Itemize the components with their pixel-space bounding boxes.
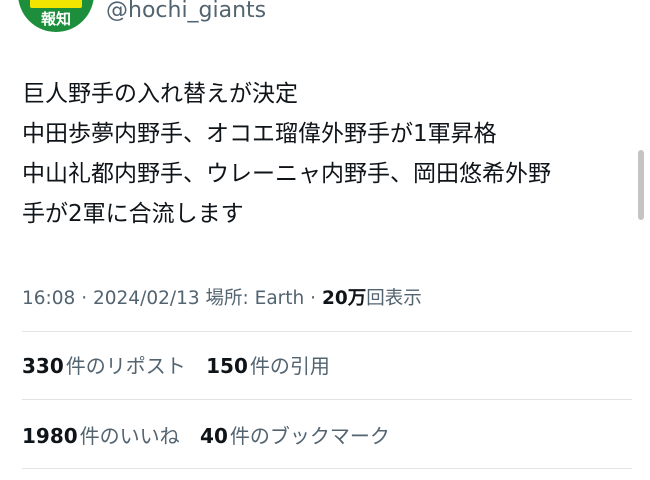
stats-row-reposts-quotes: 330 件のリポスト 150 件の引用: [22, 350, 344, 379]
bookmarks-stat[interactable]: 40 件のブックマーク: [200, 420, 390, 449]
likes-stat[interactable]: 1980 件のいいね: [22, 420, 180, 449]
reposts-stat[interactable]: 330 件のリポスト: [22, 350, 186, 379]
tweet-text: 巨人野手の入れ替えが決定 中田歩夢内野手、オコエ瑠偉外野手が1軍昇格 中山礼都内…: [22, 74, 632, 234]
stats-row-likes-bookmarks: 1980 件のいいね 40 件のブックマーク: [22, 420, 404, 449]
tweet-date[interactable]: 2024/02/13: [93, 288, 200, 309]
tweet-text-line: 中田歩夢内野手、オコエ瑠偉外野手が1軍昇格: [22, 121, 497, 147]
quotes-label: 件の引用: [249, 354, 330, 378]
avatar[interactable]: 報知: [18, 0, 94, 32]
bookmarks-label: 件のブックマーク: [229, 424, 390, 448]
quotes-stat[interactable]: 150 件の引用: [206, 350, 330, 379]
views-count: 20万: [321, 288, 367, 309]
tweet-meta: 16:08 · 2024/02/13 場所: Earth · 20万回表示: [22, 284, 422, 310]
tweet-text-line: 巨人野手の入れ替えが決定: [22, 81, 298, 107]
avatar-logo-text: 報知: [40, 10, 71, 28]
meta-separator: ·: [310, 288, 317, 309]
location-label: 場所:: [205, 288, 249, 309]
tweet-time[interactable]: 16:08: [22, 288, 75, 309]
likes-label: 件のいいね: [79, 424, 180, 448]
tweet-detail-page: 報知 @hochi_giants 巨人野手の入れ替えが決定 中田歩夢内野手、オコ…: [0, 0, 650, 480]
divider: [22, 331, 632, 332]
avatar-logo-badge: [30, 0, 82, 8]
meta-separator: ·: [81, 288, 88, 309]
reposts-count: 330: [22, 354, 64, 378]
tweet-text-line: 中山礼都内野手、ウレーニャ内野手、岡田悠希外野: [22, 161, 551, 187]
location-value: Earth: [254, 288, 305, 309]
bookmarks-count: 40: [200, 424, 228, 448]
quotes-count: 150: [206, 354, 248, 378]
scrollbar[interactable]: [638, 150, 644, 220]
views-label: 回表示: [366, 288, 422, 309]
author-handle[interactable]: @hochi_giants: [106, 0, 266, 23]
tweet-text-line: 手が2軍に合流します: [22, 201, 244, 227]
likes-count: 1980: [22, 424, 78, 448]
reposts-label: 件のリポスト: [65, 354, 186, 378]
divider: [22, 399, 632, 400]
divider: [22, 468, 632, 469]
